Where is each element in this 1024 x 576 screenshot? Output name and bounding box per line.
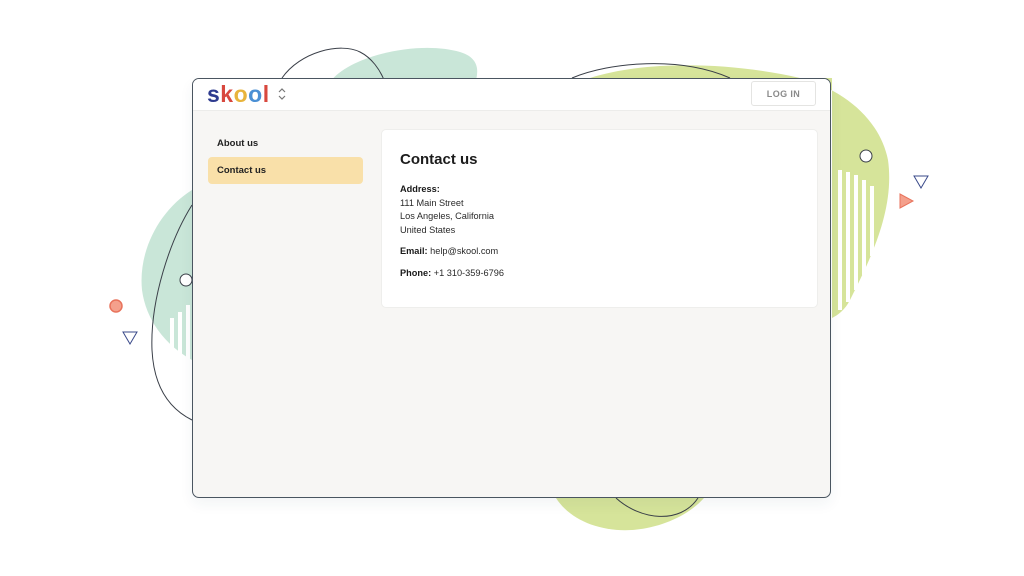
address-line-1: 111 Main Street [400,197,464,208]
page-title: Contact us [400,151,478,168]
logo-letter: l [262,81,270,107]
logo-letter: k [220,81,234,107]
triangle-outline-right [913,175,929,189]
logo-letter: s [207,81,221,107]
triangle-outline-left [122,331,138,345]
address-label: Address: [400,184,440,194]
triangle-red-right [899,193,915,209]
circle-outline-right [859,149,873,163]
email-label: Email: [400,246,428,257]
phone-label: Phone: [400,267,432,278]
contact-info: Address: 111 Main Street Los Angeles, Ca… [400,183,504,289]
contact-card: Contact us Address: 111 Main Street Los … [381,129,818,308]
sidebar-item-contact-us[interactable]: Contact us [208,157,363,184]
mint-blob-top [330,47,478,82]
sidebar: About us Contact us [208,130,363,184]
address-block: Address: 111 Main Street Los Angeles, Ca… [400,183,504,237]
chevron-up-down-icon[interactable] [276,86,288,102]
top-bar: skool LOG IN [193,79,830,111]
email-block: Email: help@skool.com [400,245,504,259]
skool-logo[interactable]: skool [207,80,270,108]
logo-letter: o [248,81,263,107]
phone-value[interactable]: +1 310-359-6796 [434,268,504,278]
sidebar-item-about-us[interactable]: About us [208,130,363,157]
email-value[interactable]: help@skool.com [430,246,498,256]
circle-red-left [109,299,123,313]
login-button[interactable]: LOG IN [751,81,816,106]
phone-block: Phone: +1 310-359-6796 [400,267,504,281]
lime-blob-bottom [556,498,704,531]
address-line-2: Los Angeles, California [400,211,494,222]
app-window: skool LOG IN About us Contact us Contact… [192,78,831,498]
address-line-3: United States [400,224,456,235]
circle-outline-left [179,273,193,287]
logo-letter: o [233,81,249,107]
